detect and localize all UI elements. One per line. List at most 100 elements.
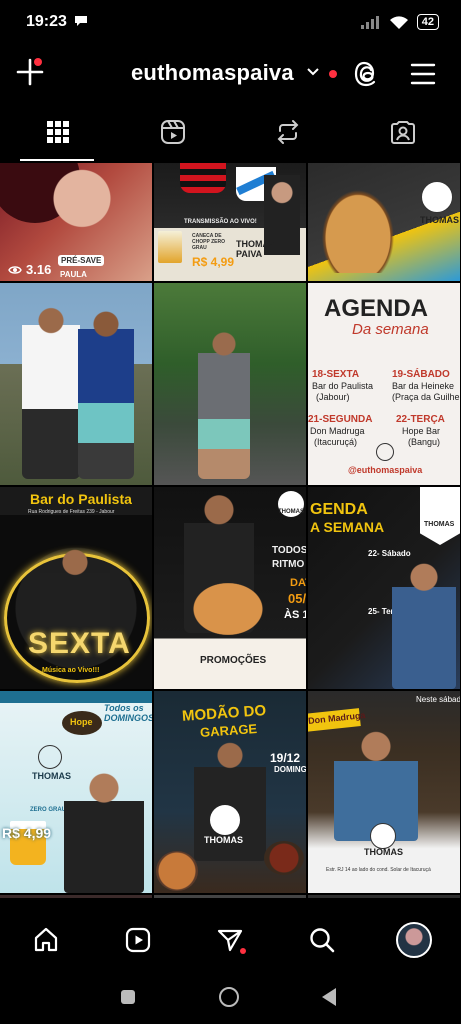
- post-extra-text: THOMAS: [32, 771, 71, 781]
- schedule-venue: Don Madruga: [310, 426, 365, 436]
- post-thumbnail[interactable]: AGENDA Da semana 18-SEXTA Bar do Paulist…: [308, 283, 460, 485]
- schedule-location: (Bangu): [408, 437, 441, 447]
- schedule-day: 18-SEXTA: [312, 369, 360, 380]
- hamburger-menu-icon[interactable]: [410, 62, 436, 86]
- chevron-down-icon[interactable]: [306, 67, 320, 77]
- post-headline: TRANSMISSÃO AO VIVO!: [184, 219, 257, 225]
- views-eye-icon: [8, 266, 22, 274]
- profile-header: euthomaspaiva: [0, 46, 461, 102]
- post-extra-text: Música ao Vivo!!!: [42, 667, 100, 674]
- post-date: 19/12: [270, 751, 301, 765]
- post-price: R$ 4,99: [2, 825, 52, 841]
- post-logo: [376, 443, 394, 461]
- post-big-text: SEXTA: [28, 627, 131, 660]
- nav-profile[interactable]: [394, 920, 434, 960]
- home-button-icon[interactable]: [219, 987, 239, 1007]
- signal-icon: [360, 16, 379, 29]
- home-icon: [34, 927, 58, 952]
- post-view-count: 3.16: [26, 262, 52, 277]
- post-thumbnail[interactable]: GENDA A SEMANA THOMAS 22- Sábado 25- Ter…: [308, 487, 460, 689]
- avatar: [396, 922, 432, 958]
- schedule-day: 22- Sábado: [368, 549, 411, 558]
- post-thumbnail[interactable]: Don Madruga Neste sábado THOMAS Estr. RJ…: [308, 691, 460, 893]
- active-tab-indicator: [20, 159, 94, 161]
- posts-grid: 3.16 PRÉ-SAVE PAULA TRANSMISSÃO AO VIVO!…: [0, 163, 461, 898]
- tab-reels[interactable]: [115, 104, 230, 160]
- post-thumbnail[interactable]: THOMAS TODOS RITMO DATA 05/0 ÀS 19H PROM…: [154, 487, 306, 689]
- post-image-shape: [264, 841, 304, 875]
- post-title: GENDA: [310, 501, 368, 518]
- battery-indicator: 42: [416, 14, 439, 30]
- post-date: 05/0: [288, 591, 306, 606]
- post-thumbnail[interactable]: Bar do Paulista Rua Rodrigues de Freitas…: [0, 487, 152, 689]
- threads-icon[interactable]: [352, 60, 380, 88]
- post-image-shape: [78, 303, 134, 479]
- post-logo: [38, 745, 62, 769]
- post-image-shape: [158, 231, 182, 263]
- post-image-shape: [198, 329, 250, 479]
- nav-search[interactable]: [302, 920, 342, 960]
- back-icon[interactable]: [322, 988, 336, 1006]
- post-headline: GARAGE: [199, 721, 258, 740]
- post-title: Bar do Paulista: [30, 491, 132, 507]
- tagged-icon: [390, 121, 415, 144]
- tab-tagged[interactable]: [345, 104, 460, 160]
- bottom-navigation: [0, 898, 461, 980]
- post-thumbnail[interactable]: TRANSMISSÃO AO VIVO! CANECA DE CHOPP ZER…: [154, 163, 306, 281]
- recent-apps-icon[interactable]: [121, 990, 135, 1004]
- post-title: AGENDA: [324, 295, 429, 322]
- post-subtitle: Da semana: [352, 321, 429, 338]
- nav-reels[interactable]: [118, 920, 158, 960]
- wifi-icon: [389, 15, 408, 29]
- reels-icon: [160, 120, 185, 144]
- post-logo: [210, 805, 240, 835]
- account-notification-dot: [329, 70, 337, 78]
- post-headline: Todos os DOMINGOS: [104, 703, 152, 723]
- nav-home[interactable]: [26, 920, 66, 960]
- tab-posts-grid[interactable]: [0, 104, 115, 160]
- post-thumbnail[interactable]: [0, 283, 152, 485]
- post-time: ÀS 19H: [284, 609, 306, 621]
- post-image-shape: [392, 559, 456, 689]
- post-title: THOMAS: [420, 215, 459, 225]
- post-image-shape: [318, 185, 398, 273]
- system-navigation: [0, 980, 461, 1024]
- tab-reposts[interactable]: [230, 104, 345, 160]
- post-image-shape: [180, 163, 226, 193]
- post-headline: Neste sábado: [416, 695, 460, 704]
- nav-messages[interactable]: [210, 920, 250, 960]
- status-bar: 19:23 42: [0, 0, 461, 46]
- post-thumbnail[interactable]: 3.16 PRÉ-SAVE PAULA: [0, 163, 152, 281]
- repost-icon: [277, 120, 298, 144]
- post-thumbnail[interactable]: Hope Todos os DOMINGOS THOMAS ZERO GRAU …: [0, 691, 152, 893]
- schedule-location: (Jabour): [316, 392, 350, 402]
- post-image-shape: [22, 299, 80, 479]
- post-thumbnail[interactable]: [154, 283, 306, 485]
- create-notification-dot: [34, 58, 42, 66]
- post-big-text: DATA: [290, 577, 306, 589]
- post-headline: DOMING: [274, 765, 306, 774]
- message-bubble-icon: [75, 16, 87, 26]
- schedule-location: (Praça da Guilher: [392, 392, 460, 402]
- post-badge: ZERO GRAU: [30, 807, 66, 813]
- post-title: THOMAS: [278, 509, 304, 515]
- post-logo: [370, 823, 396, 849]
- schedule-location: (Itacuruçá): [314, 437, 358, 447]
- post-address: Estr. RJ 14 ao lado do cond. Solar de It…: [326, 867, 431, 873]
- post-headline: A SEMANA: [310, 519, 385, 535]
- post-image-shape: [64, 771, 144, 893]
- schedule-day: 21-SEGUNDA: [308, 414, 373, 425]
- post-thumbnail[interactable]: MODÃO DO GARAGE 19/12 DOMING THOMAS: [154, 691, 306, 893]
- post-extra-text: CANECA DE CHOPP ZERO GRAU: [192, 233, 225, 251]
- status-time: 19:23: [26, 13, 67, 30]
- post-image-shape: [188, 579, 268, 639]
- status-icons: 42: [360, 14, 439, 30]
- post-logo: [421, 181, 453, 213]
- post-thumbnail[interactable]: THOMAS: [308, 163, 460, 281]
- post-handle: @euthomaspaiva: [348, 465, 423, 475]
- post-extra-text: PAULA: [60, 270, 87, 279]
- schedule-venue: Bar do Paulista: [312, 381, 374, 391]
- post-headline: TODOS: [272, 545, 306, 556]
- post-headline: RITMO: [272, 559, 305, 570]
- profile-username[interactable]: euthomaspaiva: [131, 60, 294, 86]
